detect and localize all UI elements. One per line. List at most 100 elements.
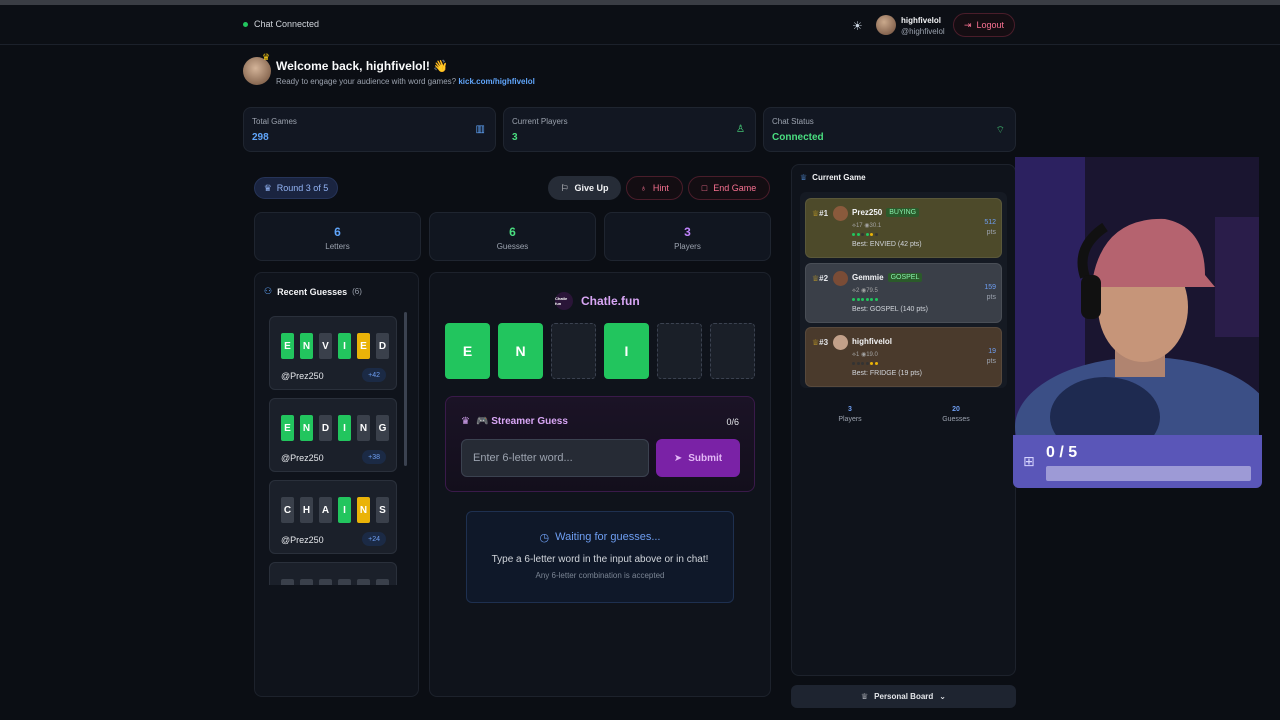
- mini-stat-label: Guesses: [496, 242, 529, 251]
- player-points-value: 19: [988, 348, 996, 355]
- guess-count: 0/6: [726, 417, 739, 427]
- guess-letter-tile: I: [338, 333, 351, 359]
- player-avatar: [833, 271, 848, 286]
- word-board: EN I: [445, 323, 755, 379]
- mini-stat-label: Letters: [325, 242, 350, 251]
- give-up-button[interactable]: ⚐ Give Up: [548, 176, 621, 200]
- gift-goal-count: 0 / 5: [1046, 444, 1078, 461]
- theme-toggle-sun-icon[interactable]: ☀: [852, 19, 863, 33]
- header-avatar[interactable]: [876, 15, 896, 35]
- chat-connection-status: Chat Connected: [243, 19, 319, 29]
- header-handle: @highfivelol: [901, 27, 945, 36]
- player-rank: ♕#2: [812, 274, 828, 283]
- guess-points-badge: +42: [362, 368, 386, 382]
- board-tile-filled: I: [604, 323, 649, 379]
- recent-guesses-count: (6): [352, 287, 362, 296]
- logout-icon: ⇥: [963, 19, 972, 30]
- player-rank-label: #2: [819, 274, 829, 283]
- crown-icon: ♛: [263, 182, 272, 193]
- guess-points-badge: +24: [362, 532, 386, 546]
- current-game-label: Current Game: [812, 173, 866, 182]
- progress-dot: [856, 298, 860, 301]
- guess-letter-tile: N: [357, 497, 370, 523]
- word-input[interactable]: [461, 439, 649, 477]
- guess-letter-tile: L: [300, 579, 313, 585]
- submit-button[interactable]: ➤ Submit: [656, 439, 740, 477]
- player-progress-dots: [852, 233, 878, 236]
- guess-points-badge: +38: [362, 450, 386, 464]
- leaderboard-player-card[interactable]: ♕#2 Gemmie GOSPEL ⟡2 ◉79.5 Best: GOSPEL (140…: [805, 263, 1002, 323]
- streamer-guess-title: ♛ 🎮 Streamer Guess: [461, 416, 568, 427]
- streamer-guess-box: ♛ 🎮 Streamer Guess 0/6 ➤ Submit: [445, 396, 755, 492]
- give-up-label: Give Up: [574, 183, 609, 193]
- player-points: 159 pts: [984, 283, 996, 303]
- guess-letter-tile: C: [281, 497, 294, 523]
- mini-stat-players: 3 Players: [604, 212, 771, 261]
- guess-letter-tile: I: [338, 497, 351, 523]
- streamer-guess-label: 🎮 Streamer Guess: [475, 416, 568, 427]
- send-icon: ➤: [673, 452, 683, 464]
- progress-dot: [861, 233, 864, 236]
- guess-letter-tile: N: [357, 415, 370, 441]
- player-best: Best: FRIDGE (19 pts): [852, 370, 923, 377]
- guess-tiles: ENDING: [281, 415, 389, 441]
- progress-dot: [865, 362, 869, 365]
- player-points: 512 pts: [984, 218, 996, 238]
- welcome-subtitle: Ready to engage your audience with word …: [276, 77, 535, 86]
- player-best: Best: GOSPEL (140 pts): [852, 306, 928, 313]
- player-points-value: 159: [984, 284, 996, 291]
- player-name-row: Prez250 BUYING: [852, 208, 920, 217]
- stat-label: Current Players: [512, 117, 568, 126]
- crown-icon: ♛: [461, 416, 470, 427]
- gift-icon: ⊞: [1023, 453, 1035, 469]
- webcam-figure: [1015, 157, 1259, 435]
- chat-status-label: Chat Connected: [254, 19, 320, 29]
- leaderboard-player-card[interactable]: ♕#1 Prez250 BUYING ⟡17 ◉30.1 Best: ENVIED (4…: [805, 198, 1002, 258]
- progress-dot: [861, 362, 864, 365]
- progress-dot: [852, 233, 855, 236]
- stat-value: 3: [512, 132, 518, 143]
- progress-dot: [874, 362, 878, 365]
- guess-letter-tile: N: [300, 415, 313, 441]
- chevron-down-icon: ⌄: [939, 692, 946, 701]
- progress-dot: [870, 298, 873, 301]
- chatle-logo-icon: Chatle fun: [555, 292, 573, 310]
- player-name-row: highfivelol: [852, 337, 892, 346]
- app-header: Chat Connected ☀ highfivelol @highfivelo…: [0, 5, 1280, 45]
- player-progress-dots: [852, 298, 878, 301]
- leaderboard-player-card[interactable]: ♕#3 highfivelol ⟡1 ◉19.0 Best: FRIDGE (19 p…: [805, 327, 1002, 387]
- guess-letter-tile: N: [300, 333, 313, 359]
- guess-letter-tile: G: [376, 415, 389, 441]
- player-name: highfivelol: [852, 337, 892, 346]
- header-username: highfivelol: [901, 16, 941, 25]
- channel-link[interactable]: kick.com/highfivelol: [458, 77, 534, 86]
- hint-button[interactable]: ♁ Hint: [626, 176, 683, 200]
- submit-label: Submit: [688, 452, 723, 464]
- waiting-label: Waiting for guesses...: [555, 531, 661, 543]
- mini-stat-value: 3: [684, 225, 691, 239]
- waiting-subtext: Any 6-letter combination is accepted: [535, 571, 665, 580]
- guess-letter-tile: E: [281, 415, 294, 441]
- guess-letter-tile: A: [319, 497, 332, 523]
- progress-dot: [870, 233, 873, 236]
- recent-guesses-scrollbar[interactable]: [404, 312, 407, 466]
- player-best: Best: ENVIED (42 pts): [852, 241, 922, 248]
- mini-stat-label: Players: [674, 242, 701, 251]
- stat-current-players: Current Players 3 ♙: [503, 107, 756, 152]
- mini-stat-letters: 6 Letters: [254, 212, 421, 261]
- progress-dot: [856, 362, 860, 365]
- personal-board-button[interactable]: ♕ Personal Board ⌄: [791, 685, 1016, 708]
- guess-letter-tile: A: [281, 579, 294, 585]
- logout-button[interactable]: ⇥ Logout: [953, 13, 1015, 37]
- player-rank: ♕#3: [812, 338, 828, 347]
- progress-dot: [874, 233, 878, 236]
- player-rank: ♕#1: [812, 209, 828, 218]
- progress-dot: [856, 233, 860, 236]
- recent-guesses-list[interactable]: E N V I E D @Prez250 +42 E N D I N G @Prez250 +38 C H A I N S…: [266, 307, 409, 585]
- progress-dot: [874, 298, 878, 301]
- footer-guesses: 20 Guesses: [926, 405, 986, 425]
- stat-value: Connected: [772, 132, 824, 143]
- board-tile-filled: N: [498, 323, 543, 379]
- end-game-button[interactable]: □ End Game: [688, 176, 770, 200]
- webcam-overlay: [1015, 157, 1259, 435]
